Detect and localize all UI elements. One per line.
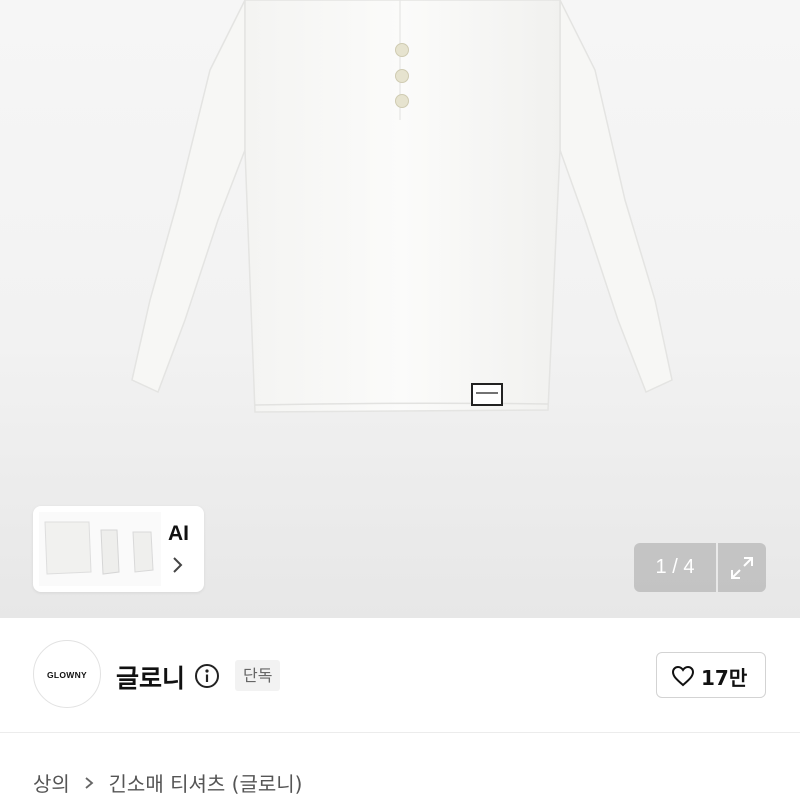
product-image-gallery[interactable]: AI 1 / 4 <box>0 0 800 618</box>
like-count: 17만 <box>701 666 748 690</box>
divider <box>0 732 800 733</box>
breadcrumb-item-subcategory[interactable]: 긴소매 티셔츠 (글로니) <box>109 768 303 797</box>
exclusive-badge: 단독 <box>235 660 281 691</box>
ai-thumbnail-image <box>39 512 161 586</box>
expand-icon <box>731 557 753 579</box>
brand-name[interactable]: 글로니 <box>116 659 185 695</box>
expand-image-button[interactable] <box>718 543 766 592</box>
chevron-right-icon[interactable] <box>171 556 183 574</box>
chevron-right-icon <box>84 771 94 795</box>
heart-icon <box>671 665 695 687</box>
ai-label[interactable]: AI <box>168 522 189 546</box>
breadcrumb-item-category[interactable]: 상의 <box>33 768 70 797</box>
like-button[interactable]: 17만 <box>656 652 766 698</box>
brand-logo[interactable]: GLOWNY <box>33 640 101 708</box>
image-page-counter: 1 / 4 <box>634 543 716 592</box>
ai-recommendation-card[interactable] <box>33 506 204 592</box>
info-icon[interactable] <box>194 663 220 689</box>
breadcrumb: 상의 긴소매 티셔츠 (글로니) <box>33 768 302 797</box>
